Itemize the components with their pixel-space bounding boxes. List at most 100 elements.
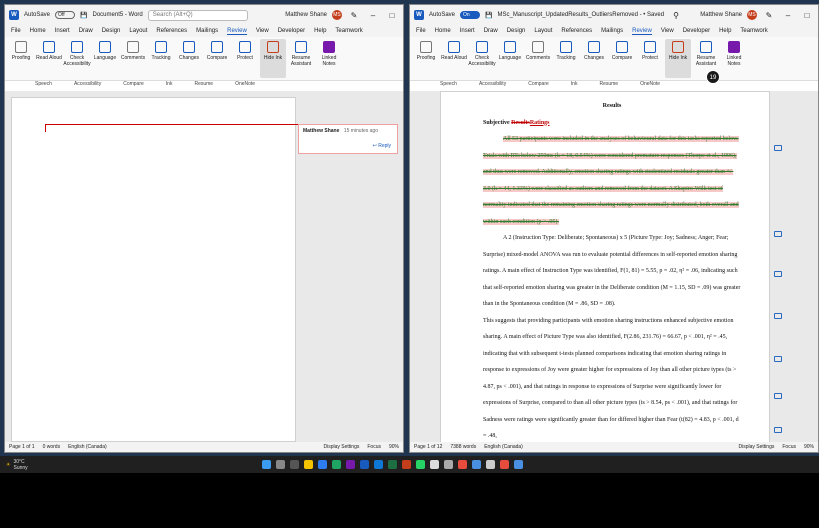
display-settings[interactable]: Display Settings [324,444,360,450]
protect-button[interactable]: Protect [232,39,258,78]
comment-icon[interactable] [774,271,782,277]
menu-developer[interactable]: Developer [683,28,710,34]
autosave-toggle[interactable]: Off [55,11,76,19]
comment-icon[interactable] [774,393,782,399]
proofing-button[interactable]: Proofing [8,39,34,78]
menu-insert[interactable]: Insert [460,28,475,34]
page-count[interactable]: Page 1 of 1 [9,444,35,450]
menu-draw[interactable]: Draw [484,28,498,34]
pen-icon[interactable]: ✎ [347,11,361,20]
menu-review[interactable]: Review [227,28,247,35]
menu-developer[interactable]: Developer [278,28,305,34]
word-count[interactable]: 7388 words [450,444,476,450]
maximize-icon[interactable]: □ [385,11,399,20]
compare-button[interactable]: Compare [204,39,230,78]
pen-icon[interactable]: ✎ [762,11,776,20]
menu-file[interactable]: File [11,28,21,34]
menu-help[interactable]: Help [314,28,326,34]
reply-button[interactable]: ↩ Reply [373,143,391,149]
comment-icon[interactable] [774,145,782,151]
menu-mailings[interactable]: Mailings [601,28,623,34]
menu-teamwork[interactable]: Teamwork [335,28,362,34]
focus-mode[interactable]: Focus [367,444,381,450]
document-page[interactable] [11,97,305,442]
linked-notes-button[interactable]: Linked Notes [721,39,747,78]
minimize-icon[interactable]: – [366,11,380,20]
language[interactable]: English (Canada) [484,444,523,450]
excel-icon[interactable] [388,460,398,469]
start-icon[interactable] [262,460,272,469]
app-icon[interactable] [472,460,482,469]
comment-icon[interactable] [774,313,782,319]
app-icon[interactable] [514,460,524,469]
changes-button[interactable]: Changes [176,39,202,78]
menu-file[interactable]: File [416,28,426,34]
comment-card[interactable]: Matthew Shane 15 minutes ago ↩ Reply [298,124,398,154]
tracking-button[interactable]: Tracking [148,39,174,78]
comment-icon[interactable] [774,356,782,362]
comments-button[interactable]: Comments [120,39,146,78]
minimize-icon[interactable]: – [781,11,795,20]
word-count[interactable]: 0 words [43,444,61,450]
outlook-icon[interactable] [374,460,384,469]
read-aloud-button[interactable]: Read Aloud [441,39,467,78]
protect-button[interactable]: Protect [637,39,663,78]
search-icon[interactable] [276,460,286,469]
page-count[interactable]: Page 1 of 12 [414,444,442,450]
word-icon[interactable] [360,460,370,469]
check-accessibility-button[interactable]: Check Accessibility [468,39,496,78]
linked-notes-button[interactable]: Linked Notes [316,39,342,78]
menu-references[interactable]: References [156,28,187,34]
comment-icon[interactable] [774,427,782,433]
menu-references[interactable]: References [561,28,592,34]
search-input[interactable]: Search (Alt+Q) [147,9,248,21]
resume-assistant-button[interactable]: Resume Assistant [288,39,314,78]
compare-button[interactable]: Compare [609,39,635,78]
whatsapp-icon[interactable] [416,460,426,469]
powerpoint-icon[interactable] [402,460,412,469]
tracking-button[interactable]: Tracking [553,39,579,78]
app-icon[interactable] [444,460,454,469]
file-explorer-icon[interactable] [304,460,314,469]
display-settings[interactable]: Display Settings [739,444,775,450]
comments-button[interactable]: Comments [525,39,551,78]
read-aloud-button[interactable]: Read Aloud [36,39,62,78]
menu-layout[interactable]: Layout [534,28,552,34]
app-icon[interactable] [486,460,496,469]
menu-layout[interactable]: Layout [129,28,147,34]
language-button[interactable]: Language [497,39,523,78]
app-icon[interactable] [458,460,468,469]
onenote-icon[interactable] [346,460,356,469]
app-icon[interactable] [500,460,510,469]
check-accessibility-button[interactable]: Check Accessibility [63,39,91,78]
search-icon[interactable]: ⚲ [669,11,683,20]
menu-design[interactable]: Design [507,28,526,34]
menu-home[interactable]: Home [435,28,451,34]
menu-design[interactable]: Design [102,28,121,34]
menu-draw[interactable]: Draw [79,28,93,34]
menu-review[interactable]: Review [632,28,652,35]
menu-home[interactable]: Home [30,28,46,34]
changes-button[interactable]: Changes [581,39,607,78]
task-view-icon[interactable] [290,460,300,469]
edge-icon[interactable] [318,460,328,469]
menu-insert[interactable]: Insert [55,28,70,34]
menu-help[interactable]: Help [719,28,731,34]
maximize-icon[interactable]: □ [800,11,814,20]
zoom-level[interactable]: 90% [804,444,814,450]
save-icon[interactable]: 💾 [485,12,492,19]
proofing-button[interactable]: Proofing [413,39,439,78]
language-button[interactable]: Language [92,39,118,78]
menu-mailings[interactable]: Mailings [196,28,218,34]
app-icon[interactable] [430,460,440,469]
autosave-toggle[interactable]: On [460,11,481,19]
avatar[interactable]: MS [747,10,757,20]
menu-view[interactable]: View [661,28,674,34]
hide-ink-button[interactable]: Hide Ink [260,39,286,78]
avatar[interactable]: MS [332,10,342,20]
menu-view[interactable]: View [256,28,269,34]
menu-teamwork[interactable]: Teamwork [740,28,767,34]
language[interactable]: English (Canada) [68,444,107,450]
zoom-level[interactable]: 90% [389,444,399,450]
comment-icon[interactable] [774,231,782,237]
